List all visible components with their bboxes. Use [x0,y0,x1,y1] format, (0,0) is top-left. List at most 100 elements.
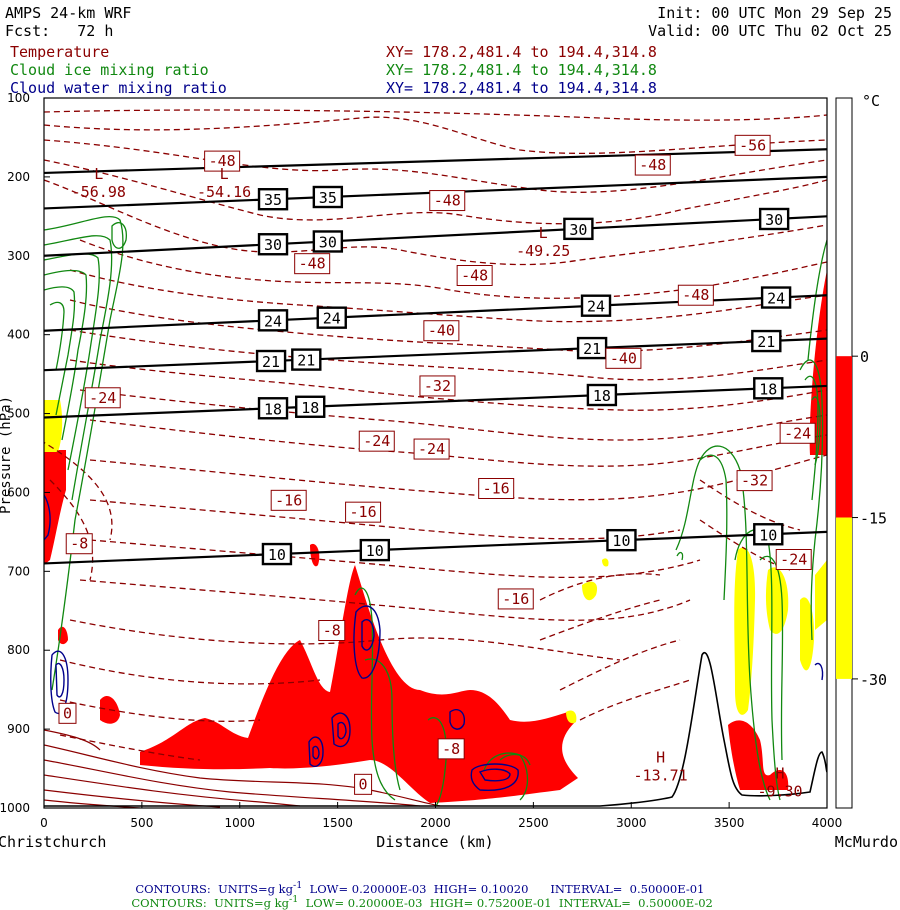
cross-section-chart: 10 10 10 10 18 18 18 18 21 21 21 21 24 24 24 24 30 30 30 30… [0,91,898,851]
svg-text:-56: -56 [739,136,766,154]
temperature-label: -32 [736,470,773,492]
temperature-label: -16 [497,588,534,610]
theta-label: 21 [751,329,782,353]
svg-text:10: 10 [759,526,777,544]
temperature-label: -24 [775,549,812,570]
temperature-label: -24 [779,422,816,444]
theta-label: 30 [758,207,790,231]
svg-text:21: 21 [757,333,775,351]
x-tick-label: 3500 [714,816,745,830]
endpoint-left-label: Christchurch [0,833,106,851]
x-tick-label: 2500 [518,816,549,830]
svg-text:21: 21 [297,352,315,370]
temperature-label: -48 [634,154,671,176]
theta-label: 24 [316,306,347,329]
svg-text:24: 24 [587,298,605,316]
svg-text:-16: -16 [275,491,302,509]
svg-text:18: 18 [264,400,282,418]
x-tick-label: 2000 [420,816,451,830]
svg-text:-32: -32 [741,472,768,490]
svg-text:-9.30: -9.30 [757,782,802,800]
temperature-label: 0 [354,773,373,795]
svg-text:-48: -48 [682,286,709,304]
theta-label: 35 [257,188,289,211]
theta-label: 35 [312,185,344,209]
svg-text:-16: -16 [350,503,377,521]
svg-text:-56.98: -56.98 [72,183,126,201]
svg-text:-24: -24 [418,440,445,458]
temperature-label: -16 [478,478,515,499]
theta-label: 18 [586,383,618,407]
temperature-label: -48 [677,284,714,306]
contour-info-ice: CONTOURS: UNITS=g kg-1 LOW= 0.20000E-03 … [124,880,713,910]
svg-text:18: 18 [593,387,611,405]
colorbar: 0 -15 -30 [835,97,887,809]
svg-text:0: 0 [63,704,72,722]
svg-text:-54.16: -54.16 [197,183,251,201]
theta-label: 21 [255,349,287,373]
colorbar-band [836,517,852,679]
theta-label: 18 [753,377,784,400]
theta-label: 10 [606,528,637,552]
y-tick-label: 300 [7,249,30,263]
theta-label: 30 [257,233,289,256]
svg-text:24: 24 [323,310,341,328]
colorbar-band [836,356,852,518]
temperature-label: -16 [345,501,382,523]
contour-info-ice-rest: LOW= 0.20000E-03 HIGH= 0.75200E-01 INTER… [298,895,713,910]
svg-text:L: L [94,165,103,183]
y-axis-label: Pressure (hPa) [0,396,14,514]
colorbar-tick-label: 0 [860,348,869,366]
y-tick-label: 1000 [0,801,30,815]
temperature-label: -32 [419,375,456,397]
y-tick-label: 100 [7,91,30,105]
x-tick-label: 0 [40,816,48,830]
temperature-label: -8 [318,620,346,641]
svg-text:H: H [776,764,785,782]
svg-text:21: 21 [583,340,601,358]
theta-label: 24 [580,294,612,317]
temperature-label: -24 [358,430,395,452]
svg-text:24: 24 [767,290,785,308]
theta-label: 30 [563,217,594,241]
yellow-shading-right-1 [734,547,756,715]
svg-text:-24: -24 [784,424,811,442]
svg-text:-32: -32 [424,377,451,395]
svg-text:-24: -24 [89,389,116,407]
x-tick-label: 500 [130,816,153,830]
svg-text:18: 18 [759,380,777,398]
y-tick-label: 200 [7,170,30,184]
x-tick-label: 4000 [812,816,843,830]
svg-text:30: 30 [264,236,282,254]
svg-text:0: 0 [359,775,368,793]
temperature-label: -24 [84,387,121,409]
theta-lines [44,148,827,565]
svg-text:-24: -24 [363,432,390,450]
red-shading-left [44,450,66,565]
endpoint-right-label: McMurdo [835,833,898,851]
x-tick-label: 1500 [322,816,353,830]
yellow-shading-left [44,400,63,452]
svg-text:-16: -16 [483,480,510,498]
temperature-label: -8 [437,738,465,760]
theta-line [44,215,827,257]
svg-text:-8: -8 [323,622,341,640]
svg-text:-8: -8 [442,740,460,758]
svg-text:-24: -24 [780,551,807,569]
theta-label: 18 [295,395,326,418]
svg-text:-8: -8 [70,535,88,553]
svg-text:30: 30 [319,233,337,251]
svg-text:-48: -48 [639,156,666,174]
theta-label: 10 [753,523,784,546]
theta-label: 24 [257,309,289,332]
theta-label: 18 [257,397,289,420]
svg-text:10: 10 [366,542,384,560]
svg-text:-13.71: -13.71 [634,767,688,785]
svg-text:21: 21 [262,353,280,371]
yellow-shading-right-2 [765,567,789,634]
y-tick-label: 800 [7,643,30,657]
svg-text:H: H [656,749,665,767]
svg-text:-48: -48 [461,267,488,285]
theta-label: 24 [760,286,792,309]
svg-text:24: 24 [264,312,282,330]
